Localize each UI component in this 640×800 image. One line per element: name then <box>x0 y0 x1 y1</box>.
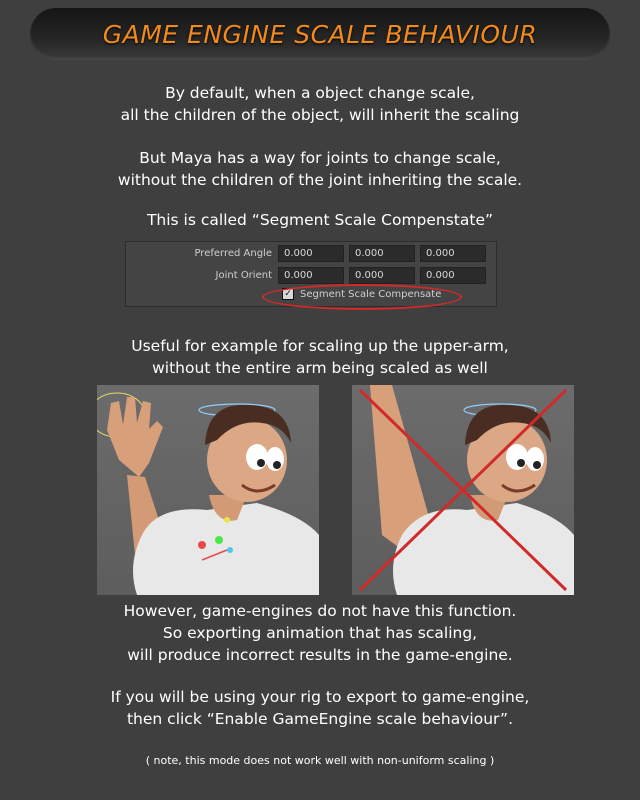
however-line: will produce incorrect results in the ga… <box>127 646 513 664</box>
joint-orient-row: Joint Orient 0.000 0.000 0.000 <box>126 267 496 285</box>
preferred-angle-y-field[interactable]: 0.000 <box>349 245 415 262</box>
highlight-oval <box>262 284 462 310</box>
called-line: This is called “Segment Scale Compenstat… <box>146 211 494 229</box>
however-line: So exporting animation that has scaling, <box>162 624 478 642</box>
however-line: However, game-engines do not have this f… <box>123 602 517 620</box>
useful-line: Useful for example for scaling up the up… <box>131 337 509 355</box>
joint-orient-x-field[interactable]: 0.000 <box>278 267 344 284</box>
incorrect-scaling-image <box>352 385 574 595</box>
left-eye-icon <box>246 444 268 470</box>
intro-line: all the children of the object, will inh… <box>120 106 520 124</box>
raised-hand-icon <box>107 397 163 477</box>
correct-scaling-image <box>97 385 319 595</box>
useful-line: without the entire arm being scaled as w… <box>152 359 488 377</box>
footnote: ( note, this mode does not work well wit… <box>0 750 640 772</box>
preferred-angle-z-field[interactable]: 0.000 <box>420 245 486 262</box>
intro-text: By default, when a object change scale, … <box>0 82 640 126</box>
joint-orient-label: Joint Orient <box>215 270 272 281</box>
footnote-line: ( note, this mode does not work well wit… <box>145 754 495 767</box>
page-title: GAME ENGINE SCALE BEHAVIOUR <box>102 19 538 49</box>
maya-note-text: But Maya has a way for joints to change … <box>0 147 640 191</box>
preferred-angle-x-field[interactable]: 0.000 <box>278 245 344 262</box>
called-text: This is called “Segment Scale Compenstat… <box>0 209 640 231</box>
title-banner: GAME ENGINE SCALE BEHAVIOUR <box>30 8 610 60</box>
preferred-angle-label: Preferred Angle <box>194 248 272 259</box>
useful-text: Useful for example for scaling up the up… <box>0 335 640 379</box>
left-eye-icon <box>506 444 528 470</box>
export-note-text: If you will be using your rig to export … <box>0 686 640 730</box>
however-text: However, game-engines do not have this f… <box>0 600 640 666</box>
joint-orient-y-field[interactable]: 0.000 <box>349 267 415 284</box>
export-note-line: then click “Enable GameEngine scale beha… <box>126 710 514 728</box>
intro-line: By default, when a object change scale, <box>165 84 475 102</box>
maya-note-line: But Maya has a way for joints to change … <box>139 149 501 167</box>
joint-orient-z-field[interactable]: 0.000 <box>420 267 486 284</box>
export-note-line: If you will be using your rig to export … <box>110 688 530 706</box>
maya-note-line: without the children of the joint inheri… <box>117 171 523 189</box>
preferred-angle-row: Preferred Angle 0.000 0.000 0.000 <box>126 245 496 263</box>
